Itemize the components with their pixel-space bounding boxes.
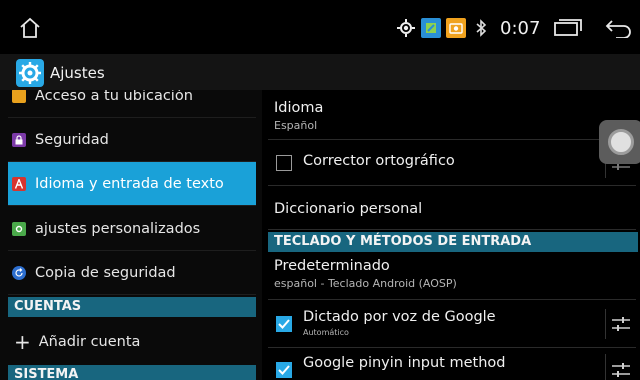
personal-dictionary-setting[interactable]: Diccionario personal <box>268 186 636 230</box>
pinyin-setting[interactable]: Google pinyin input method <box>268 348 636 380</box>
nav-item-label: Copia de seguridad <box>35 264 176 281</box>
status-bar: 0:07 <box>0 0 640 54</box>
assistive-touch-icon <box>608 129 634 155</box>
language-setting[interactable]: Idioma Español <box>268 96 636 140</box>
back-icon[interactable] <box>604 18 632 38</box>
location-icon <box>396 18 416 38</box>
google-voice-checkbox[interactable] <box>276 316 292 332</box>
system-header: SISTEMA <box>8 365 256 380</box>
tune-settings-icon[interactable] <box>612 362 630 378</box>
tune-settings-icon[interactable] <box>612 316 630 332</box>
nav-item-security[interactable]: Seguridad <box>8 118 256 162</box>
language-input-settings: Idioma Español Corrector ortográfico Dic… <box>262 90 640 380</box>
backup-icon <box>12 265 26 280</box>
app-title: Ajustes <box>50 64 105 82</box>
recent-apps-icon[interactable] <box>554 19 583 37</box>
accounts-header: CUENTAS <box>8 297 256 317</box>
setting-value: Español <box>274 119 318 132</box>
floating-assistive-button[interactable] <box>599 120 640 164</box>
location-icon <box>12 90 26 103</box>
status-clock: 0:07 <box>500 17 541 39</box>
nav-item-label: ajustes personalizados <box>35 220 201 237</box>
nav-item-language-input[interactable]: Idioma y entrada de texto <box>8 162 256 206</box>
android-icon <box>421 18 441 38</box>
spell-checker-setting[interactable]: Corrector ortográfico <box>268 140 636 186</box>
setting-title: Predeterminado <box>274 258 390 274</box>
setting-title: Idioma <box>274 100 324 116</box>
lock-icon <box>12 132 26 147</box>
default-input-setting[interactable]: Predeterminado español - Teclado Android… <box>268 254 636 300</box>
nav-item-label: Acceso a tu ubicación <box>35 90 193 104</box>
nav-item-location[interactable]: Acceso a tu ubicación <box>8 90 256 118</box>
setting-title: Diccionario personal <box>274 201 423 217</box>
add-account-label: Añadir cuenta <box>38 334 141 350</box>
nav-item-label: Seguridad <box>35 131 109 148</box>
pinyin-checkbox[interactable] <box>276 362 292 378</box>
setting-title: Corrector ortográfico <box>303 153 455 169</box>
custom-settings-icon <box>12 221 26 236</box>
divider <box>605 354 606 380</box>
setting-value: español - Teclado Android (AOSP) <box>274 277 457 290</box>
nav-item-custom-settings[interactable]: ajustes personalizados <box>8 207 256 251</box>
plus-icon: + <box>14 330 31 354</box>
bluetooth-icon <box>471 18 491 38</box>
settings-nav: Acceso a tu ubicación Seguridad Idioma y… <box>0 90 262 380</box>
nav-item-label: Idioma y entrada de texto <box>35 175 224 192</box>
setting-subtitle: Automático <box>303 328 349 337</box>
status-icons: 0:07 <box>396 16 632 40</box>
settings-gear-icon[interactable] <box>16 59 44 87</box>
action-bar: Ajustes <box>0 54 640 90</box>
language-icon <box>12 176 26 191</box>
camera-icon <box>446 18 466 38</box>
google-voice-setting[interactable]: Dictado por voz de Google Automático <box>268 300 636 348</box>
spell-checker-checkbox[interactable] <box>276 155 292 171</box>
setting-title: Dictado por voz de Google <box>303 309 496 325</box>
add-account-button[interactable]: + Añadir cuenta <box>8 326 256 358</box>
nav-item-backup[interactable]: Copia de seguridad <box>8 251 256 295</box>
divider <box>605 309 606 339</box>
home-icon[interactable] <box>18 16 42 40</box>
keyboard-section-header: TECLADO Y MÉTODOS DE ENTRADA <box>268 232 638 252</box>
setting-title: Google pinyin input method <box>303 355 506 371</box>
